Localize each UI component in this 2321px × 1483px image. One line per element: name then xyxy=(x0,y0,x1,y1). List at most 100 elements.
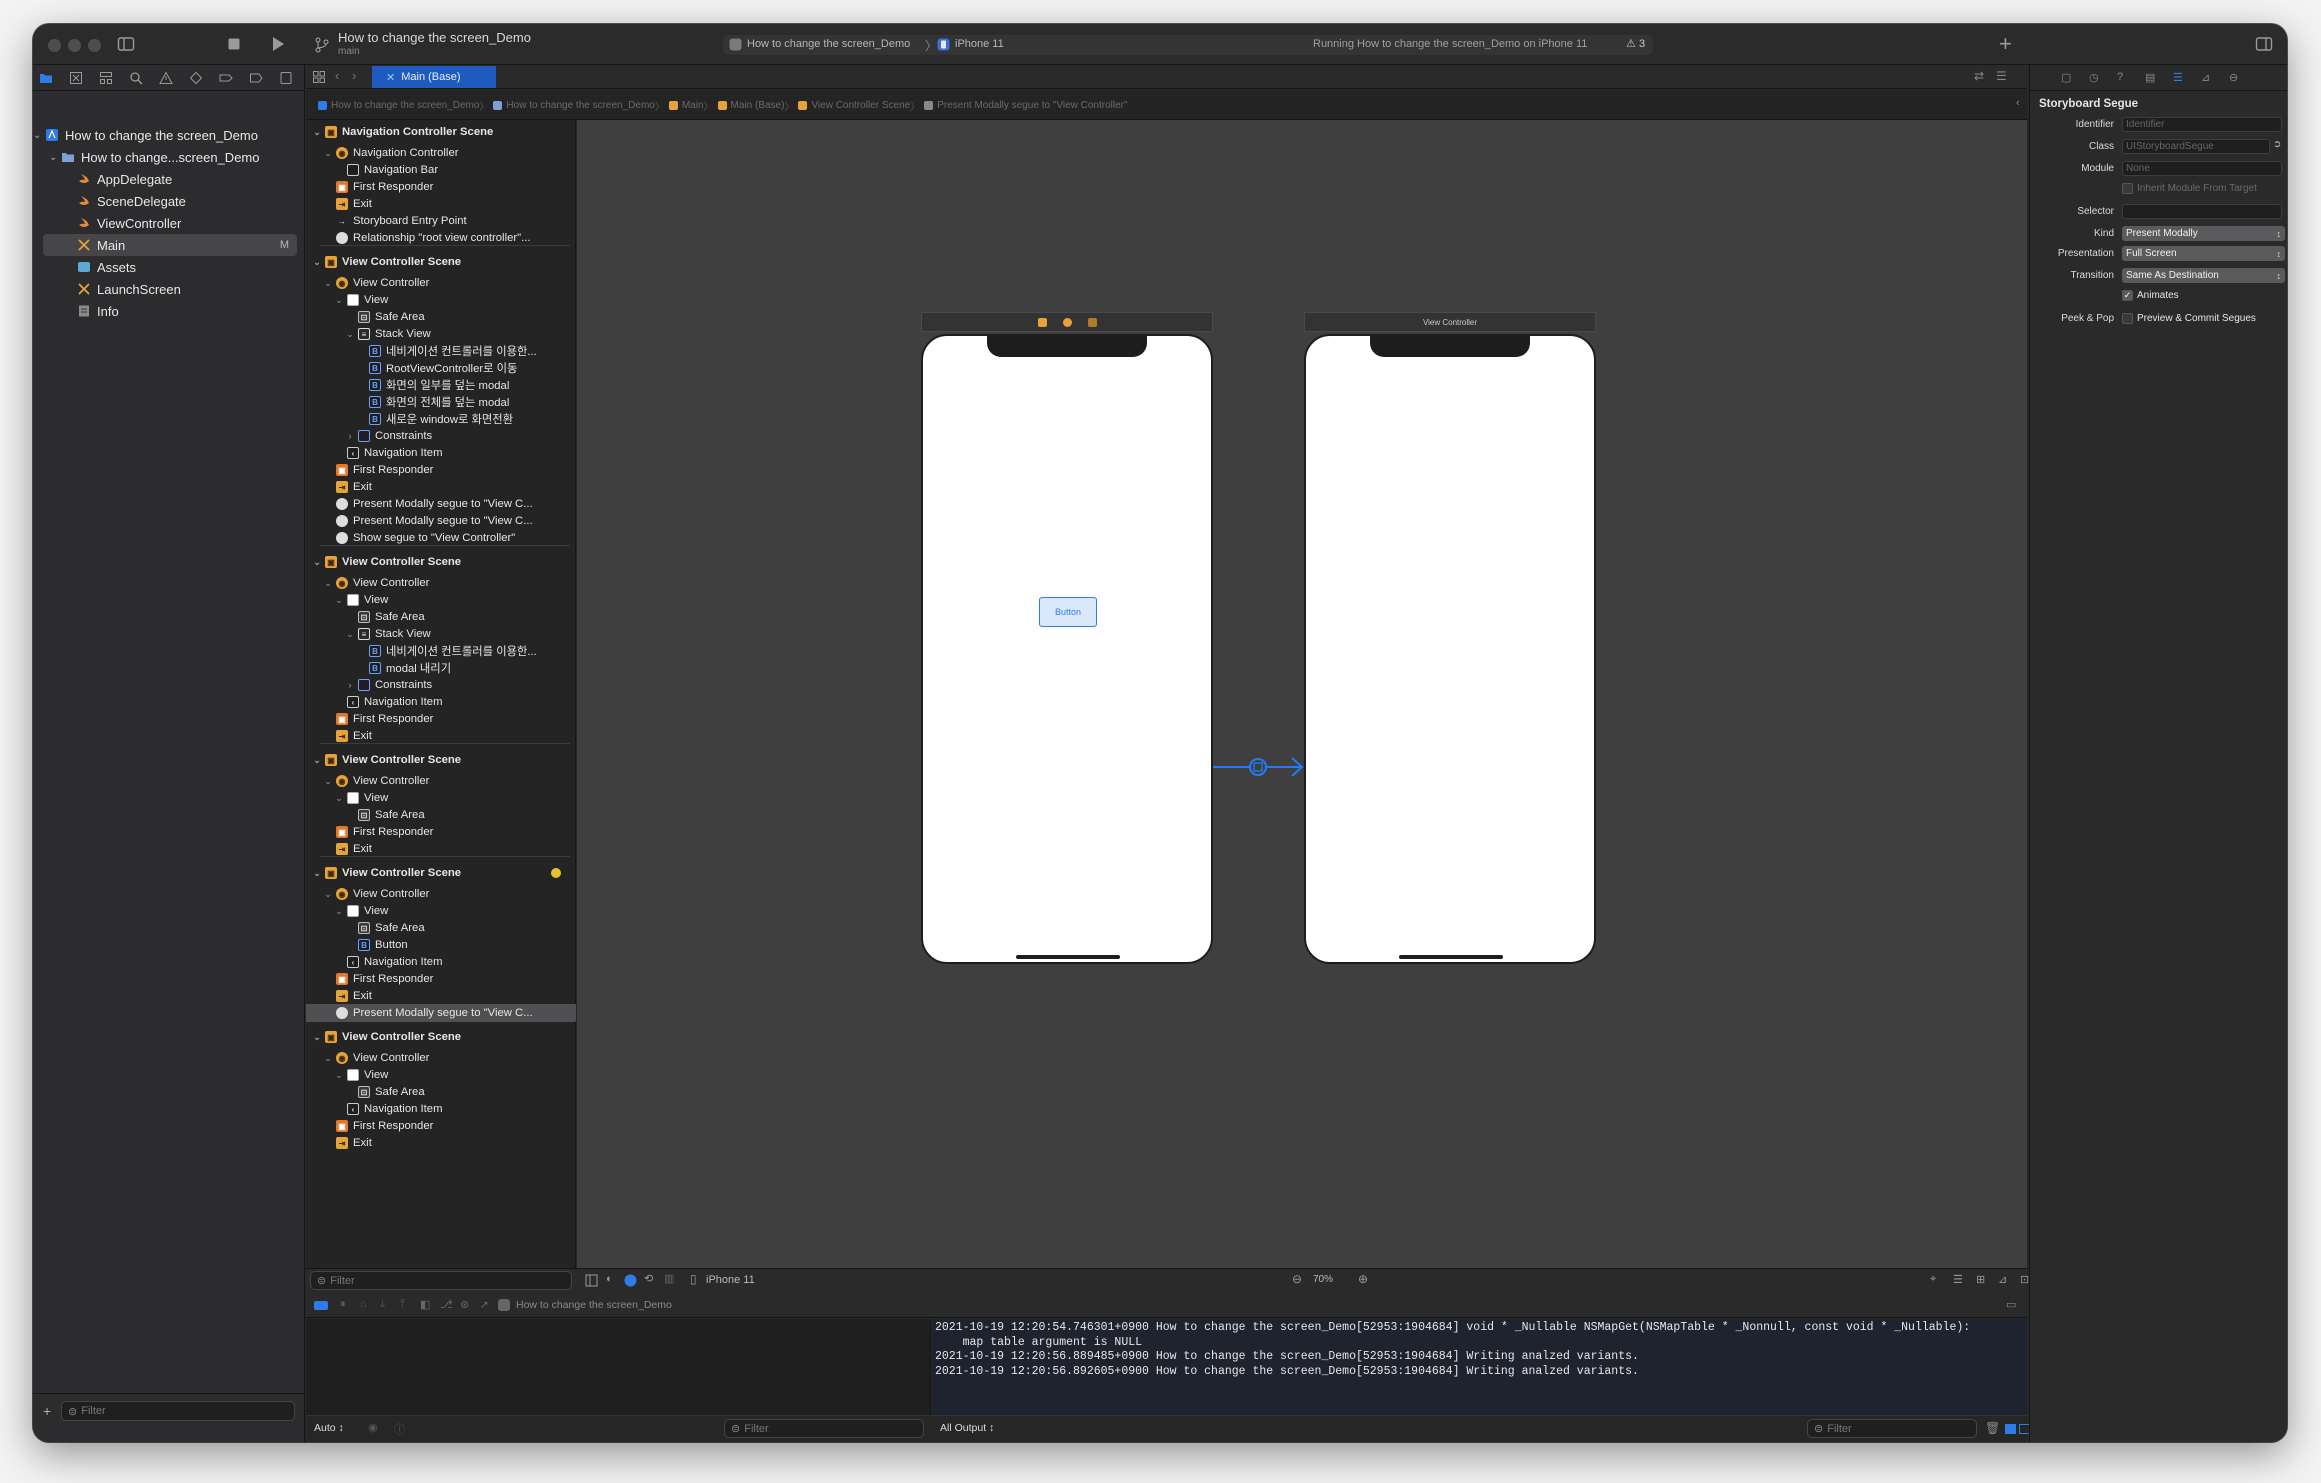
help-inspector-icon[interactable]: ? xyxy=(2117,71,2123,83)
connections-inspector-icon[interactable]: ⊖ xyxy=(2229,71,2238,84)
disclosure-chevron-icon[interactable]: ⌄ xyxy=(334,595,344,606)
code-review-icon[interactable]: ⇄ xyxy=(1974,69,1984,83)
animates-checkbox[interactable]: ✓ xyxy=(2122,290,2133,301)
outline-item[interactable]: › Constraints xyxy=(306,427,576,445)
trash-icon[interactable]: 🗑 xyxy=(1985,1421,2000,1435)
exit-icon[interactable] xyxy=(1087,317,1097,327)
outline-item[interactable]: Navigation Bar xyxy=(306,161,576,179)
outline-item[interactable]: ⌄ ◉ View Controller xyxy=(306,274,576,292)
outline-item[interactable]: B 화면의 전체를 덮는 modal xyxy=(306,393,576,411)
outline-item[interactable]: ‹ Navigation Item xyxy=(306,693,576,711)
zoom-in-icon[interactable]: ⊕ xyxy=(1358,1272,1368,1286)
view-controller-icon[interactable] xyxy=(1037,317,1047,327)
disclosure-chevron-icon[interactable]: ⌄ xyxy=(312,257,322,268)
outline-item[interactable]: ▣ First Responder xyxy=(306,710,576,728)
canvas-device[interactable]: iPhone 11 xyxy=(706,1274,755,1286)
device-selector[interactable]: iPhone 11 xyxy=(955,38,1004,50)
symbol-icon[interactable] xyxy=(99,71,113,85)
breadcrumb-item[interactable]: View Controller Scene xyxy=(811,100,910,111)
find-icon[interactable] xyxy=(129,71,143,85)
report-icon[interactable] xyxy=(279,71,293,85)
breakpoint-icon[interactable] xyxy=(249,71,263,85)
outline-item[interactable]: ‹ Navigation Item xyxy=(306,953,576,971)
eye-icon[interactable]: ◉ xyxy=(368,1421,378,1434)
device-icon[interactable]: ▯ xyxy=(690,1272,697,1286)
variables-filter-field[interactable]: ⊜ Filter xyxy=(724,1419,924,1438)
outline-item[interactable]: ⊡ Safe Area xyxy=(306,1083,576,1101)
resolve-issues-icon[interactable]: ⊿ xyxy=(1998,1273,2007,1286)
outline-item[interactable]: ⊡ Safe Area xyxy=(306,308,576,326)
button-element[interactable]: Button xyxy=(1039,597,1097,627)
update-frames-icon[interactable]: ⌖ xyxy=(1930,1273,1936,1286)
outline-item[interactable]: ▣ First Responder xyxy=(306,1117,576,1135)
warning-count[interactable]: 3 xyxy=(1639,38,1645,50)
console-toggle-icon[interactable]: ▭ xyxy=(2006,1298,2016,1311)
outline-filter-field[interactable]: ⊜ Filter xyxy=(310,1271,572,1290)
outline-item[interactable]: ⌄ View xyxy=(306,789,576,807)
outline-item[interactable]: ⌄ View xyxy=(306,902,576,920)
console-filter-field[interactable]: ⊜ Filter xyxy=(1807,1419,1977,1438)
stop-icon[interactable] xyxy=(226,36,242,52)
presentation-popup[interactable]: Full Screen xyxy=(2122,246,2285,261)
embed-icon[interactable]: ⊡ xyxy=(2020,1273,2029,1286)
scheme-selector[interactable]: How to change the screen_Demo xyxy=(747,38,910,50)
outline-item[interactable]: B RootViewController로 이동 xyxy=(306,359,576,377)
disclosure-chevron-icon[interactable]: ⌄ xyxy=(345,329,355,340)
navigator-item[interactable]: Main M xyxy=(43,234,297,256)
navigator-toggle-icon[interactable] xyxy=(117,35,135,53)
disclosure-chevron-icon[interactable]: ⌄ xyxy=(334,1070,344,1081)
outline-item[interactable]: ⇥ Exit xyxy=(306,840,576,858)
disclosure-chevron-icon[interactable]: ⌄ xyxy=(334,793,344,804)
breadcrumb-item[interactable]: Main (Base) xyxy=(731,100,785,111)
folder-icon[interactable] xyxy=(39,71,53,85)
attributes-inspector-icon[interactable]: ☰ xyxy=(2173,71,2183,84)
outline-item[interactable]: ⇥ Exit xyxy=(306,987,576,1005)
warning-indicator-icon[interactable] xyxy=(551,868,561,878)
disclosure-chevron-icon[interactable]: ⌄ xyxy=(33,130,45,141)
left-scene-phone[interactable]: Button xyxy=(921,334,1213,964)
disclosure-chevron-icon[interactable]: ⌄ xyxy=(312,127,322,138)
class-go-icon[interactable]: ➲ xyxy=(2273,139,2281,150)
disclosure-chevron-icon[interactable]: ⌄ xyxy=(334,295,344,306)
memory-graph-icon[interactable]: ⎇ xyxy=(440,1298,453,1311)
navigator-item[interactable]: AppDelegate xyxy=(33,168,305,190)
continue-icon[interactable]: ⌂ xyxy=(360,1298,367,1310)
outline-item[interactable]: ▣ First Responder xyxy=(306,461,576,479)
disclosure-chevron-icon[interactable]: ⌄ xyxy=(323,148,333,159)
scene-header[interactable]: ⌄ ▣ Navigation Controller Scene xyxy=(306,123,576,141)
scene-header[interactable]: ⌄ ▣ View Controller Scene xyxy=(306,1028,576,1046)
outline-item[interactable]: ⌄ ≡ Stack View xyxy=(306,325,576,343)
transition-popup[interactable]: Same As Destination xyxy=(2122,268,2285,283)
output-selector[interactable]: All Output ↕ xyxy=(940,1422,994,1434)
issue-icon[interactable] xyxy=(159,71,173,85)
disclosure-chevron-icon[interactable]: ⌄ xyxy=(323,776,333,787)
test-icon[interactable] xyxy=(189,71,203,85)
right-scene-phone[interactable] xyxy=(1304,334,1596,964)
outline-item[interactable]: → Storyboard Entry Point xyxy=(306,212,576,230)
outline-item[interactable]: ‹ Navigation Item xyxy=(306,1100,576,1118)
module-field[interactable]: None xyxy=(2122,161,2282,176)
outline-item[interactable]: ⊡ Safe Area xyxy=(306,919,576,937)
debug-icon[interactable] xyxy=(219,71,233,85)
disclosure-chevron-icon[interactable]: › xyxy=(345,680,355,690)
pause-icon[interactable]: ⏸ xyxy=(340,1298,346,1311)
add-file-icon[interactable]: + xyxy=(43,1403,51,1419)
disclosure-chevron-icon[interactable]: ⌄ xyxy=(334,906,344,917)
outline-item[interactable]: ⌄ ≡ Stack View xyxy=(306,625,576,643)
zoom-window-button[interactable] xyxy=(88,39,101,52)
back-icon[interactable]: ‹ xyxy=(335,68,339,83)
appearance-icon[interactable]: ◐ xyxy=(606,1273,613,1285)
disclosure-chevron-icon[interactable]: ⌄ xyxy=(312,1032,322,1043)
outline-item[interactable]: ▣ First Responder xyxy=(306,178,576,196)
outline-item[interactable]: › Constraints xyxy=(306,676,576,694)
step-into-icon[interactable]: ⤒ xyxy=(400,1298,405,1311)
outline-item[interactable]: B 네비게이션 컨트롤러를 이용한... xyxy=(306,642,576,660)
add-constraints-icon[interactable]: ⊞ xyxy=(1976,1273,1985,1286)
navigator-item[interactable]: ViewController xyxy=(33,212,305,234)
identity-inspector-icon[interactable]: ▤ xyxy=(2145,71,2155,84)
kind-popup[interactable]: Present Modally xyxy=(2122,226,2285,241)
console-view[interactable]: 2021-10-19 12:20:54.746301+0900 How to c… xyxy=(932,1319,2030,1442)
navigator-item[interactable]: ⌄ How to change the screen_Demo xyxy=(33,124,305,146)
right-scene-title[interactable]: View Controller xyxy=(1304,312,1596,332)
inspector-toggle-icon[interactable] xyxy=(2255,35,2273,53)
